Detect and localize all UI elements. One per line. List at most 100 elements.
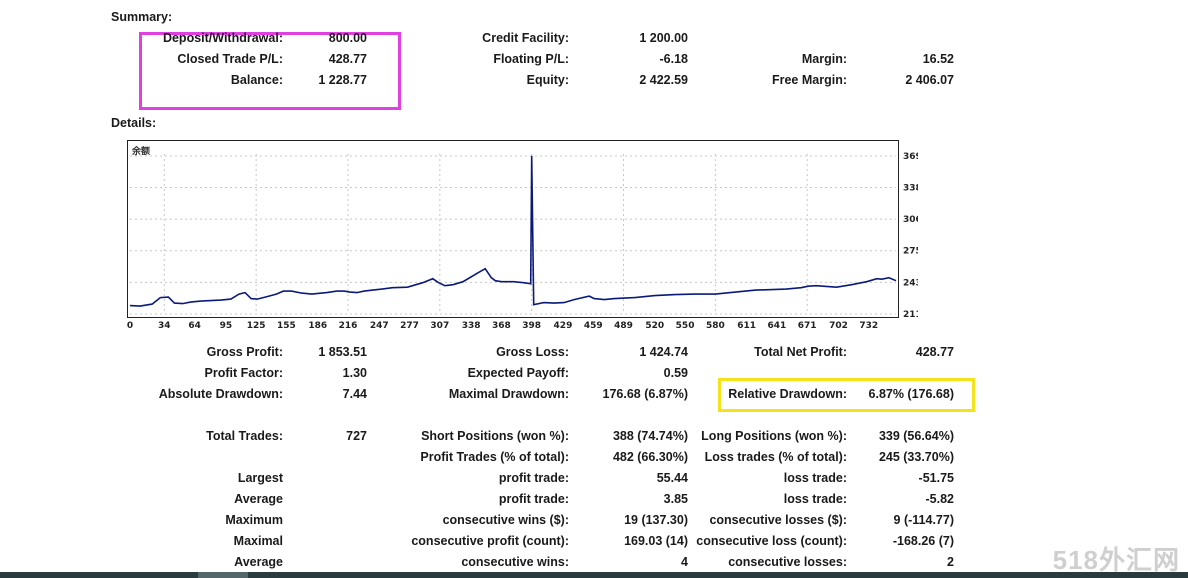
- details-l2-7: consecutive wins ($):: [442, 513, 569, 527]
- summary-v1-1: 428.77: [328, 52, 367, 66]
- x-tick-label-0: 0: [127, 321, 133, 331]
- details-l1-6: Average: [234, 492, 283, 506]
- details-v2-8: 169.03 (14): [624, 534, 688, 548]
- details-l2-9: consecutive wins:: [461, 555, 569, 569]
- summary-v3-1: 16.52: [922, 52, 954, 66]
- x-tick-label-19: 580: [706, 321, 725, 331]
- taskbar-strip: [0, 572, 1188, 578]
- details-v2-4: 482 (66.30%): [612, 450, 688, 464]
- summary-l1-2: Balance:: [230, 73, 283, 87]
- x-tick-label-10: 307: [430, 321, 449, 331]
- details-l2-5: profit trade:: [498, 471, 569, 485]
- details-l3-9: consecutive losses:: [728, 555, 847, 569]
- y-tick-label-3: 3066: [903, 215, 918, 225]
- x-tick-label-2: 64: [188, 321, 201, 331]
- details-l3-4: Loss trades (% of total):: [704, 450, 847, 464]
- details-v2-7: 19 (137.30): [624, 513, 688, 527]
- details-l2-6: profit trade:: [498, 492, 569, 506]
- y-tick-label-0: 2116: [903, 310, 918, 320]
- details-l3-6: loss trade:: [783, 492, 847, 506]
- x-tick-label-8: 247: [370, 321, 389, 331]
- details-v3-2: 6.87% (176.68): [868, 387, 954, 401]
- details-v2-5: 55.44: [656, 471, 688, 485]
- details-v2-2: 176.68 (6.87%): [602, 387, 688, 401]
- details-l3-8: consecutive loss (count):: [696, 534, 847, 548]
- summary-l3-1: Margin:: [801, 52, 847, 66]
- x-tick-label-23: 702: [829, 321, 848, 331]
- balance-line: [129, 155, 897, 307]
- details-l2-8: consecutive profit (count):: [411, 534, 569, 548]
- x-tick-label-14: 429: [554, 321, 573, 331]
- details-v3-9: 2: [947, 555, 954, 569]
- details-v2-1: 0.59: [663, 366, 688, 380]
- summary-l2-1: Floating P/L:: [493, 52, 569, 66]
- summary-header: Summary:: [111, 10, 173, 24]
- x-tick-label-16: 489: [614, 321, 633, 331]
- balance-chart: 余额 2116 2433 2750 3066 3383 3699 0 34 64 95 125 155 1…: [127, 145, 918, 331]
- x-tick-label-22: 671: [798, 321, 817, 331]
- summary-v3-2: 2 406.07: [905, 73, 954, 87]
- details-l1-3: Total Trades:: [206, 429, 283, 443]
- details-l3-7: consecutive losses ($):: [709, 513, 847, 527]
- summary-v2-1: -6.18: [659, 52, 689, 66]
- y-tick-label-5: 3699: [903, 152, 918, 162]
- details-l1-9: Average: [234, 555, 283, 569]
- x-tick-label-5: 155: [277, 321, 296, 331]
- details-l2-3: Short Positions (won %):: [421, 429, 569, 443]
- details-v1-3: 727: [346, 429, 367, 443]
- summary-v1-2: 1 228.77: [318, 73, 367, 87]
- x-tick-label-7: 216: [339, 321, 358, 331]
- details-v3-0: 428.77: [915, 345, 954, 359]
- taskbar-segment: [198, 572, 248, 578]
- details-v3-7: 9 (-114.77): [893, 513, 954, 527]
- y-tick-label-1: 2433: [903, 278, 918, 288]
- details-l2-1: Expected Payoff:: [467, 366, 569, 380]
- details-v1-2: 7.44: [342, 387, 367, 401]
- x-tick-label-3: 95: [220, 321, 233, 331]
- details-v3-6: -5.82: [925, 492, 955, 506]
- summary-l1-1: Closed Trade P/L:: [177, 52, 283, 66]
- x-tick-label-15: 459: [584, 321, 603, 331]
- x-tick-label-13: 398: [522, 321, 541, 331]
- x-tick-label-21: 641: [768, 321, 787, 331]
- summary-v2-2: 2 422.59: [639, 73, 688, 87]
- x-tick-label-4: 125: [247, 321, 266, 331]
- details-v2-6: 3.85: [663, 492, 688, 506]
- details-l1-2: Absolute Drawdown:: [158, 387, 283, 401]
- x-tick-label-24: 732: [859, 321, 878, 331]
- x-tick-label-11: 338: [462, 321, 481, 331]
- chart-title: 余额: [131, 145, 150, 157]
- details-header: Details:: [111, 116, 157, 130]
- x-tick-label-6: 186: [308, 321, 327, 331]
- details-l3-0: Total Net Profit:: [754, 345, 847, 359]
- details-l3-3: Long Positions (won %):: [701, 429, 847, 443]
- x-tick-label-9: 277: [400, 321, 419, 331]
- details-v2-3: 388 (74.74%): [612, 429, 688, 443]
- details-l1-5: Largest: [237, 471, 283, 485]
- details-v3-4: 245 (33.70%): [878, 450, 954, 464]
- details-v2-9: 4: [681, 555, 688, 569]
- details-l2-2: Maximal Drawdown:: [448, 387, 569, 401]
- y-tick-label-2: 2750: [903, 247, 918, 257]
- summary-l2-0: Credit Facility:: [482, 31, 569, 45]
- details-v1-1: 1.30: [342, 366, 367, 380]
- details-v1-0: 1 853.51: [318, 345, 367, 359]
- details-l3-2: Relative Drawdown:: [728, 387, 847, 401]
- details-v2-0: 1 424.74: [639, 345, 688, 359]
- details-v3-3: 339 (56.64%): [878, 429, 954, 443]
- details-l1-0: Gross Profit:: [206, 345, 283, 359]
- details-l1-1: Profit Factor:: [204, 366, 283, 380]
- summary-v1-0: 800.00: [328, 31, 367, 45]
- x-tick-label-17: 520: [645, 321, 664, 331]
- x-tick-label-20: 611: [737, 321, 756, 331]
- details-l1-8: Maximal: [233, 534, 283, 548]
- summary-l2-2: Equity:: [526, 73, 569, 87]
- x-tick-label-12: 368: [492, 321, 511, 331]
- details-l2-0: Gross Loss:: [496, 345, 569, 359]
- summary-v2-0: 1 200.00: [639, 31, 688, 45]
- x-tick-label-18: 550: [676, 321, 695, 331]
- summary-l1-0: Deposit/Withdrawal:: [162, 31, 283, 45]
- x-tick-label-1: 34: [158, 321, 171, 331]
- details-l1-7: Maximum: [225, 513, 283, 527]
- details-v3-5: -51.75: [918, 471, 954, 485]
